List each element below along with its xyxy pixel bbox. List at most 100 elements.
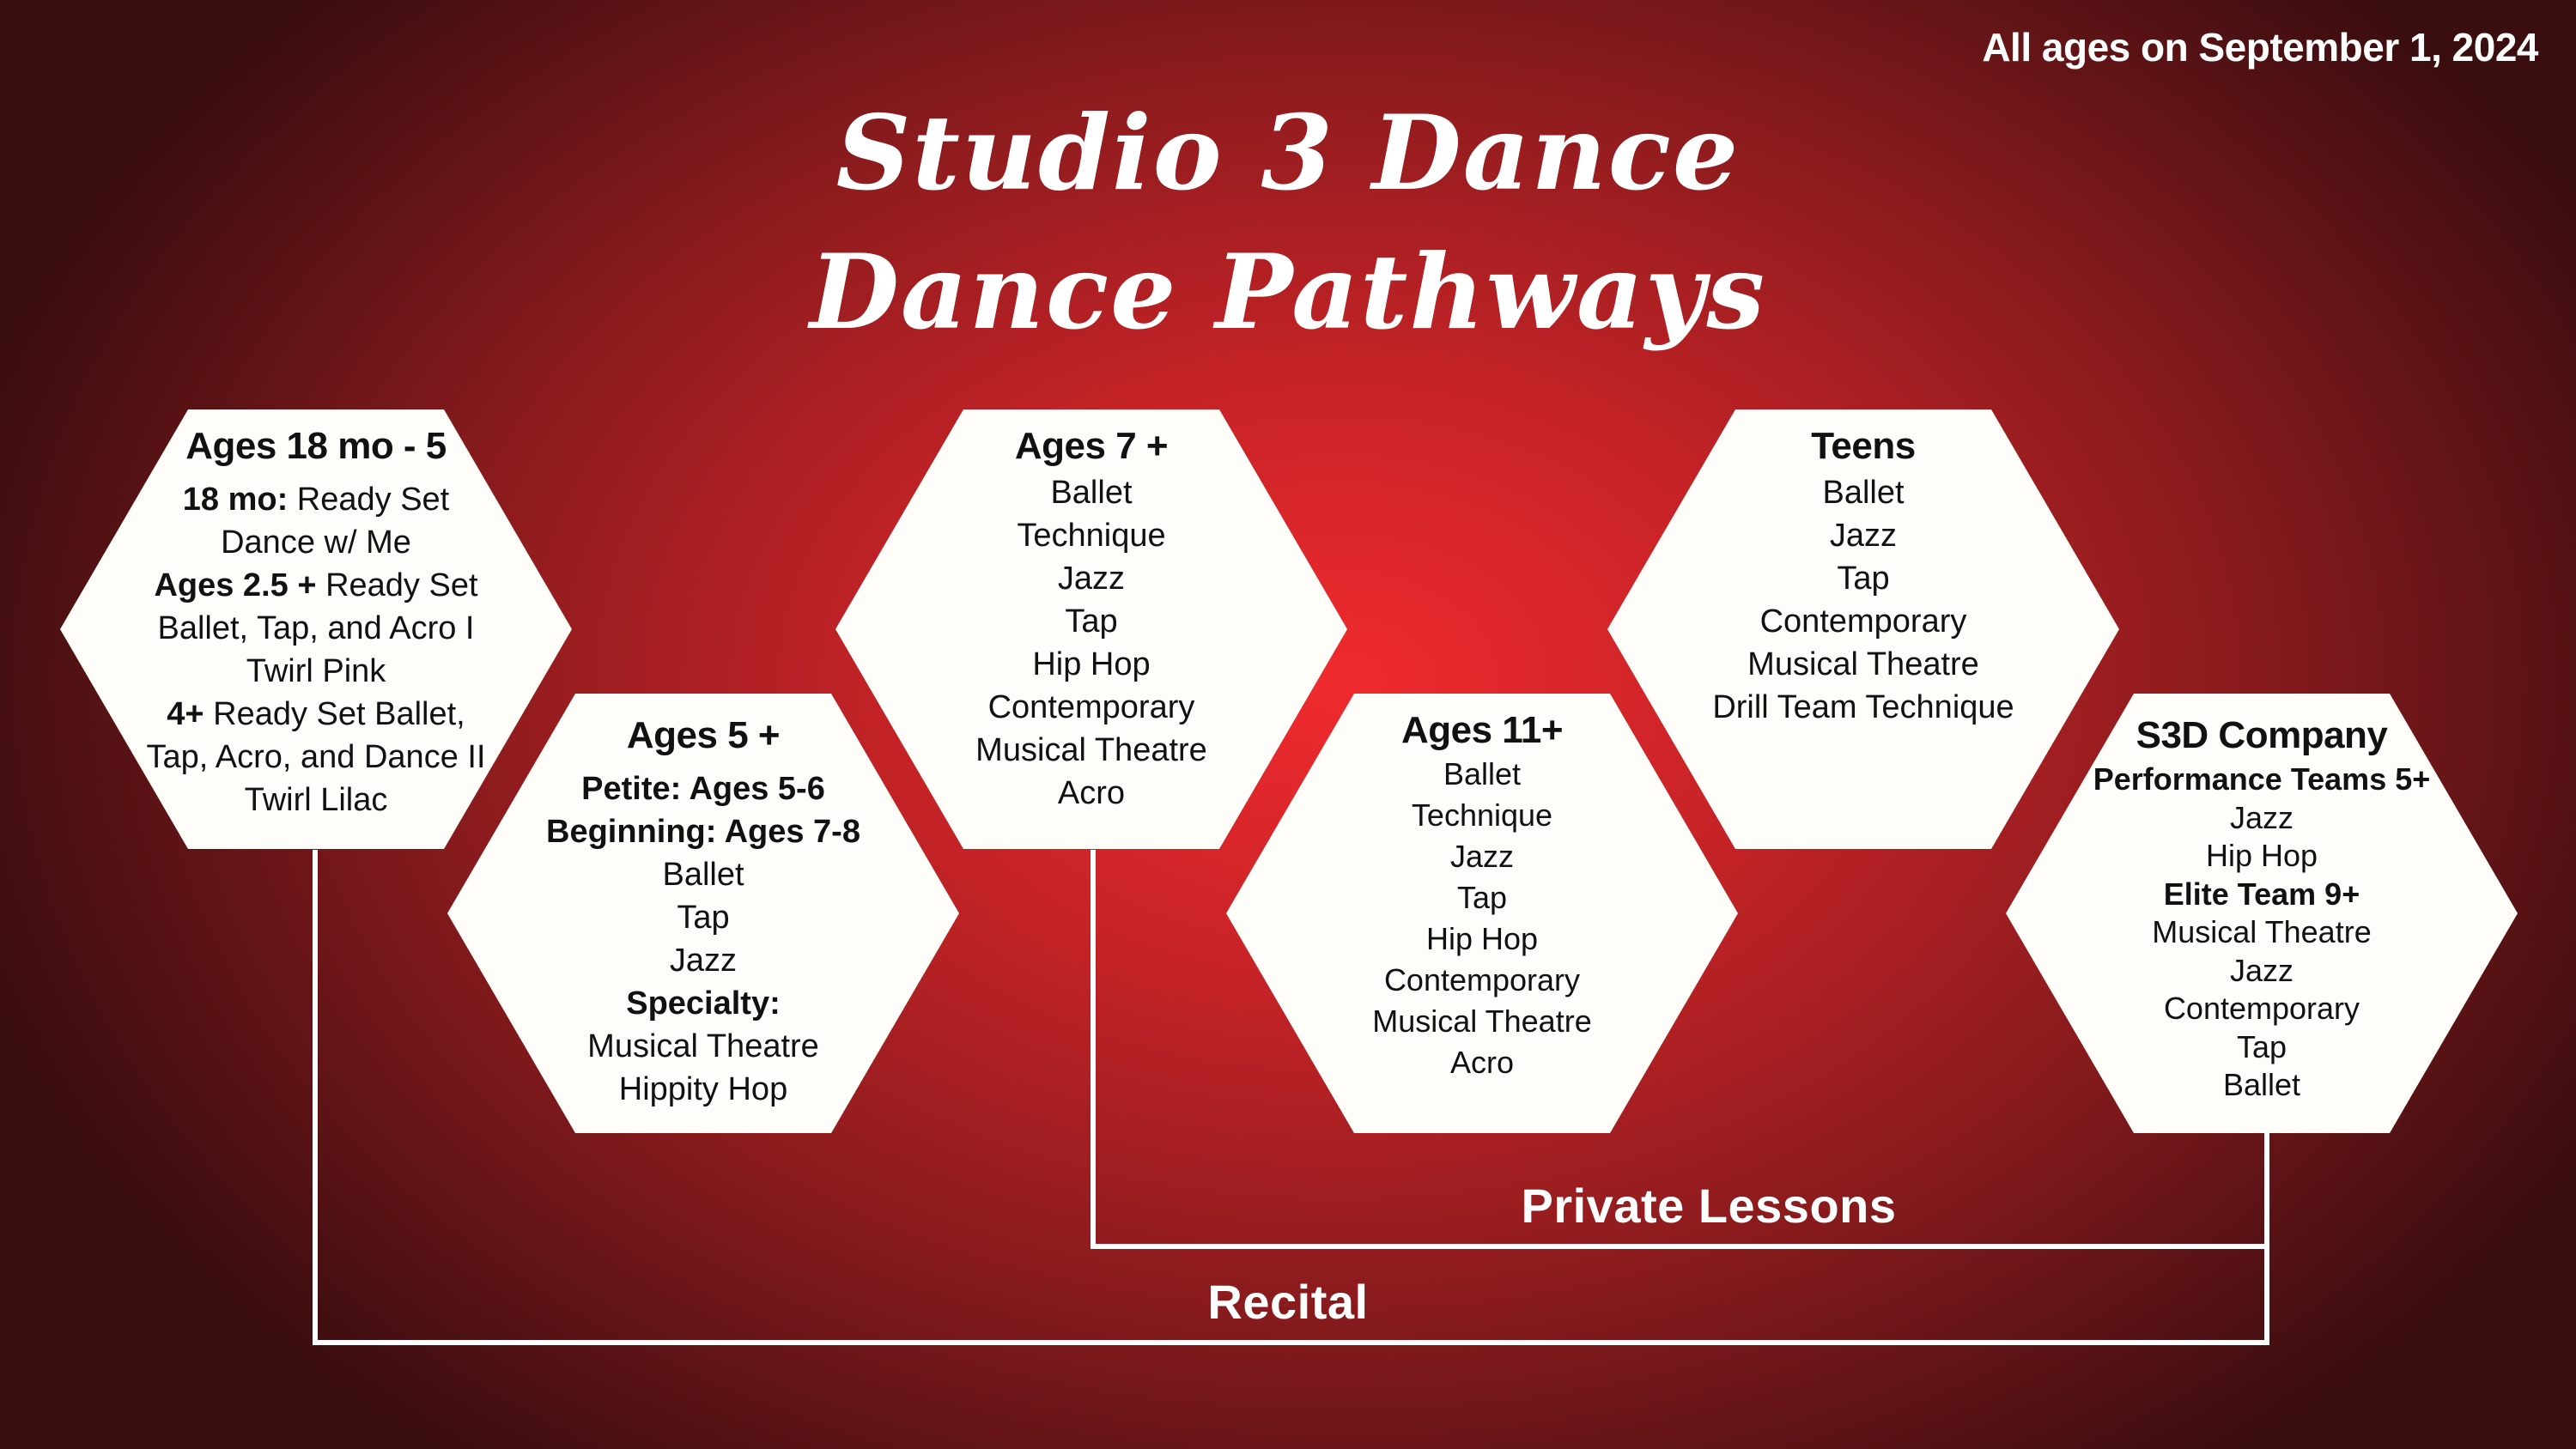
hex-line-text: Ballet xyxy=(2222,1067,2301,1102)
hex-line-text: Twirl Lilac xyxy=(244,782,388,818)
hex-line: Tap xyxy=(2093,1028,2431,1067)
hex-line-text: Musical Theatre xyxy=(1747,646,1979,682)
hex-line: Performance Teams 5+ xyxy=(2093,761,2431,799)
hex-line-text: Ballet xyxy=(1443,756,1522,791)
hex-line: Musical Theatre xyxy=(546,1025,860,1068)
hex-line-text: Hip Hop xyxy=(2205,838,2318,873)
hex-line-text: Contemporary xyxy=(1759,603,1967,640)
hex-line-text: Ballet, Tap, and Acro I xyxy=(157,610,475,646)
hex-line-text: Drill Team Technique xyxy=(1712,689,2014,725)
hex-line-text: Ballet xyxy=(1822,475,1905,511)
hex-line: Ages 2.5 + Ready Set xyxy=(146,564,485,607)
hex-lines: Ballet Technique Jazz Tap Hip Hop Contemporar… xyxy=(975,471,1207,815)
hex-line-text: Ready Set xyxy=(288,482,450,518)
hex-line: Ballet xyxy=(975,471,1207,514)
hex-line: Contemporary xyxy=(1712,600,2014,643)
hex-line: Jazz xyxy=(2093,799,2431,838)
hex-line-text: Jazz xyxy=(1449,839,1514,874)
hex-line-text: Ready Set Ballet, xyxy=(204,696,465,732)
hex-line-text: Ballet xyxy=(1050,475,1133,511)
hex-line-text: Musical Theatre xyxy=(975,732,1207,768)
hex-line: Tap, Acro, and Dance II xyxy=(146,736,485,779)
hex-line-text: Musical Theatre xyxy=(587,1028,819,1064)
hex-line: Contemporary xyxy=(1372,960,1591,1001)
hex-line-text: Jazz xyxy=(2229,952,2293,988)
hex-line: Petite: Ages 5-6 xyxy=(546,767,860,810)
hex-line: Tap xyxy=(1372,877,1591,919)
hex-line-text: Musical Theatre xyxy=(1372,1003,1592,1039)
hex-line: Musical Theatre xyxy=(1372,1001,1591,1042)
hex-lines: Petite: Ages 5-6 Beginning: Ages 7-8 Balle… xyxy=(546,767,860,1111)
hex-line-text: Tap, Acro, and Dance II xyxy=(146,739,486,775)
hex-line: Twirl Lilac xyxy=(146,779,485,822)
hex-line: Ballet, Tap, and Acro I xyxy=(146,607,485,650)
hex-line-bold: Performance Teams 5+ xyxy=(2093,761,2431,797)
hex-line: Tap xyxy=(546,896,860,939)
hex-line-text: Hip Hop xyxy=(1425,921,1539,956)
hex-line-text: Tap xyxy=(677,900,730,936)
hex-line: Ballet xyxy=(1712,471,2014,514)
hex-line-text: Contemporary xyxy=(2163,991,2360,1026)
hex-line: Acro xyxy=(1372,1042,1591,1083)
hex-line: Technique xyxy=(1372,795,1591,836)
hex-line-text: Twirl Pink xyxy=(246,653,386,689)
hex-line-text: Acro xyxy=(1449,1045,1514,1080)
hex-line-text: Dance w/ Me xyxy=(221,524,411,561)
hex-line: Drill Team Technique xyxy=(1712,686,2014,729)
hex-title: S3D Company xyxy=(2136,714,2388,756)
hex-line: Ballet xyxy=(1372,754,1591,795)
hex-line-bold: 18 mo: xyxy=(182,482,289,518)
hex-line: Hip Hop xyxy=(1372,919,1591,960)
hex-line-bold: Elite Team 9+ xyxy=(2163,876,2360,912)
hex-line-bold: Petite: Ages 5-6 xyxy=(581,771,825,807)
hex-line-text: Jazz xyxy=(1829,518,1898,554)
hex-line-text: Jazz xyxy=(669,943,738,979)
hex-line-bold: Ages 2.5 + xyxy=(154,567,317,603)
hex-line: Hip Hop xyxy=(975,643,1207,686)
hex-line-bold: Beginning: Ages 7-8 xyxy=(546,814,860,850)
hex-line: Tap xyxy=(975,600,1207,643)
hex-line: Jazz xyxy=(975,557,1207,600)
hex-line: Ballet xyxy=(2093,1066,2431,1105)
hex-title: Ages 11+ xyxy=(1400,709,1564,751)
hex-line-text: Technique xyxy=(1017,518,1166,554)
hex-line: Beginning: Ages 7-8 xyxy=(546,810,860,853)
hex-title: Ages 5 + xyxy=(626,714,781,756)
hex-line-bold: Specialty: xyxy=(626,985,781,1022)
hex-line-bold: 4+ xyxy=(167,696,204,732)
hex-title: Teens xyxy=(1811,425,1916,467)
hex-line-text: Technique xyxy=(1411,797,1553,833)
hex-line: Musical Theatre xyxy=(2093,913,2431,952)
hex-line: Hip Hop xyxy=(2093,837,2431,876)
hex-line: Hippity Hop xyxy=(546,1068,860,1111)
hex-line: Tap xyxy=(1712,557,2014,600)
recital-label: Recital xyxy=(1207,1275,1369,1329)
hex-line-text: Contemporary xyxy=(987,689,1195,725)
hex-line-text: Tap xyxy=(1837,561,1890,597)
hex-line: Contemporary xyxy=(2093,990,2431,1028)
hex-line-text: Tap xyxy=(1065,603,1118,640)
hex-line-text: Tap xyxy=(1456,880,1508,915)
hex-title: Ages 18 mo - 5 xyxy=(185,425,447,467)
private-lessons-label: Private Lessons xyxy=(1521,1179,1897,1233)
hex-line-text: Jazz xyxy=(1057,561,1126,597)
hex-line: Jazz xyxy=(546,939,860,982)
hex-line-text: Hip Hop xyxy=(1032,646,1151,682)
hex-line: Elite Team 9+ xyxy=(2093,876,2431,914)
hex-line: Ballet xyxy=(546,853,860,896)
hex-line: Jazz xyxy=(1372,836,1591,877)
hex-line-text: Musical Theatre xyxy=(2152,914,2372,949)
hex-line-text: Hippity Hop xyxy=(618,1071,788,1107)
hex-line-text: Ballet xyxy=(662,857,744,893)
hex-lines: Performance Teams 5+ Jazz Hip Hop Elite Tea… xyxy=(2093,761,2431,1105)
hex-line: Contemporary xyxy=(975,686,1207,729)
hex-line-text: Jazz xyxy=(2229,799,2293,835)
hex-line: 18 mo: Ready Set xyxy=(146,478,485,521)
hex-line: Musical Theatre xyxy=(975,729,1207,772)
hex-line-text: Contemporary xyxy=(1383,962,1581,997)
hex-line: Specialty: xyxy=(546,982,860,1025)
hex-line: Technique xyxy=(975,514,1207,557)
hex-line-text: Ready Set xyxy=(316,567,478,603)
hex-line-text: Acro xyxy=(1057,775,1126,811)
hex-line: Musical Theatre xyxy=(1712,643,2014,686)
